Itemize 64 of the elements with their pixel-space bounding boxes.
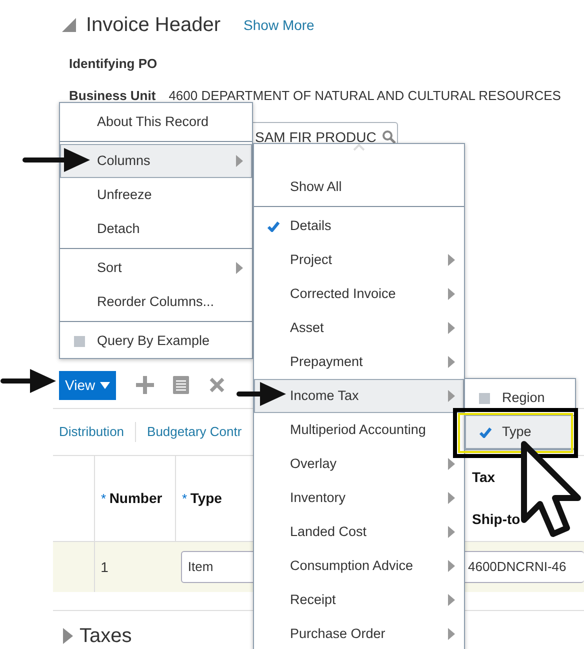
- submenu-arrow-icon: [448, 594, 455, 606]
- expand-icon[interactable]: [63, 628, 73, 644]
- section-title: Taxes: [80, 624, 132, 648]
- section-title: Invoice Header: [86, 13, 221, 38]
- arrow-icon: [0, 368, 56, 394]
- tab-link[interactable]: Distribution: [59, 422, 136, 442]
- checkbox-icon[interactable]: [479, 392, 490, 404]
- submenu-arrow-icon: [448, 254, 455, 266]
- menu-item[interactable]: Multiperiod Accounting: [254, 413, 464, 447]
- arrow-icon: [22, 147, 90, 173]
- submenu-arrow-icon: [448, 322, 455, 334]
- menu-item[interactable]: Project: [254, 243, 464, 277]
- menu-item[interactable]: Details: [254, 209, 464, 243]
- menu-item[interactable]: Asset: [254, 311, 464, 345]
- submenu-arrow-icon: [448, 458, 455, 470]
- column-header[interactable]: Ship-to: [472, 509, 520, 530]
- column-group-header: Tax: [472, 468, 496, 487]
- menu-item[interactable]: Purchase Order: [254, 617, 464, 649]
- submenu-arrow-icon: [448, 628, 455, 640]
- field-label: Identifying PO: [69, 55, 158, 74]
- view-button[interactable]: View: [59, 370, 116, 400]
- menu-item[interactable]: Sort: [60, 251, 252, 285]
- column-header[interactable]: Type: [190, 488, 222, 509]
- menu-item[interactable]: Detach: [60, 212, 252, 246]
- menu-item[interactable]: Reorder Columns...: [60, 285, 252, 319]
- menu-item[interactable]: Inventory: [254, 481, 464, 515]
- menu-item[interactable]: Show All: [254, 170, 464, 204]
- submenu-arrow-icon: [236, 262, 243, 274]
- submenu-arrow-icon: [448, 288, 455, 300]
- menu-item[interactable]: Unfreeze: [60, 178, 252, 212]
- submenu-arrow-icon: [448, 526, 455, 538]
- menu-item[interactable]: Prepayment: [254, 345, 464, 379]
- check-icon[interactable]: [479, 426, 492, 438]
- menu-item[interactable]: About This Record: [60, 105, 252, 139]
- menu-item[interactable]: Region: [465, 381, 575, 415]
- check-icon[interactable]: [267, 220, 280, 232]
- menu-item[interactable]: Overlay: [254, 447, 464, 481]
- required-mark: *: [182, 490, 188, 508]
- field-label: Business Unit: [69, 87, 156, 106]
- column-header[interactable]: Number: [109, 488, 162, 509]
- menu-item[interactable]: Income Tax: [254, 379, 464, 413]
- show-more-link[interactable]: Show More: [244, 14, 314, 36]
- submenu-arrow-icon: [448, 560, 455, 572]
- submenu-arrow-icon: [448, 390, 455, 402]
- submenu-arrow-icon: [448, 356, 455, 368]
- table-cell-text: 1: [100, 558, 110, 576]
- document-icon[interactable]: [173, 376, 190, 394]
- collapse-icon[interactable]: [62, 18, 76, 32]
- menu-item[interactable]: Type: [465, 415, 575, 449]
- menu-item[interactable]: Corrected Invoice: [254, 277, 464, 311]
- submenu-arrow-icon: [448, 492, 455, 504]
- menu-item[interactable]: Query By Example: [60, 324, 252, 358]
- arrow-icon: [236, 381, 286, 407]
- field-value: 4600 DEPARTMENT OF NATURAL AND CULTURAL RESOURCES: [168, 87, 561, 106]
- submenu-arrow-icon: [236, 155, 243, 167]
- required-mark: *: [101, 490, 106, 508]
- menu-item[interactable]: Receipt: [254, 583, 464, 617]
- caret-icon: [100, 382, 110, 388]
- close-icon[interactable]: [208, 377, 225, 393]
- search-icon[interactable]: [382, 130, 396, 144]
- checkbox-icon[interactable]: [74, 336, 85, 346]
- menu-item[interactable]: Columns: [60, 144, 252, 178]
- menu-item[interactable]: Landed Cost: [254, 515, 464, 549]
- add-icon[interactable]: [136, 376, 154, 394]
